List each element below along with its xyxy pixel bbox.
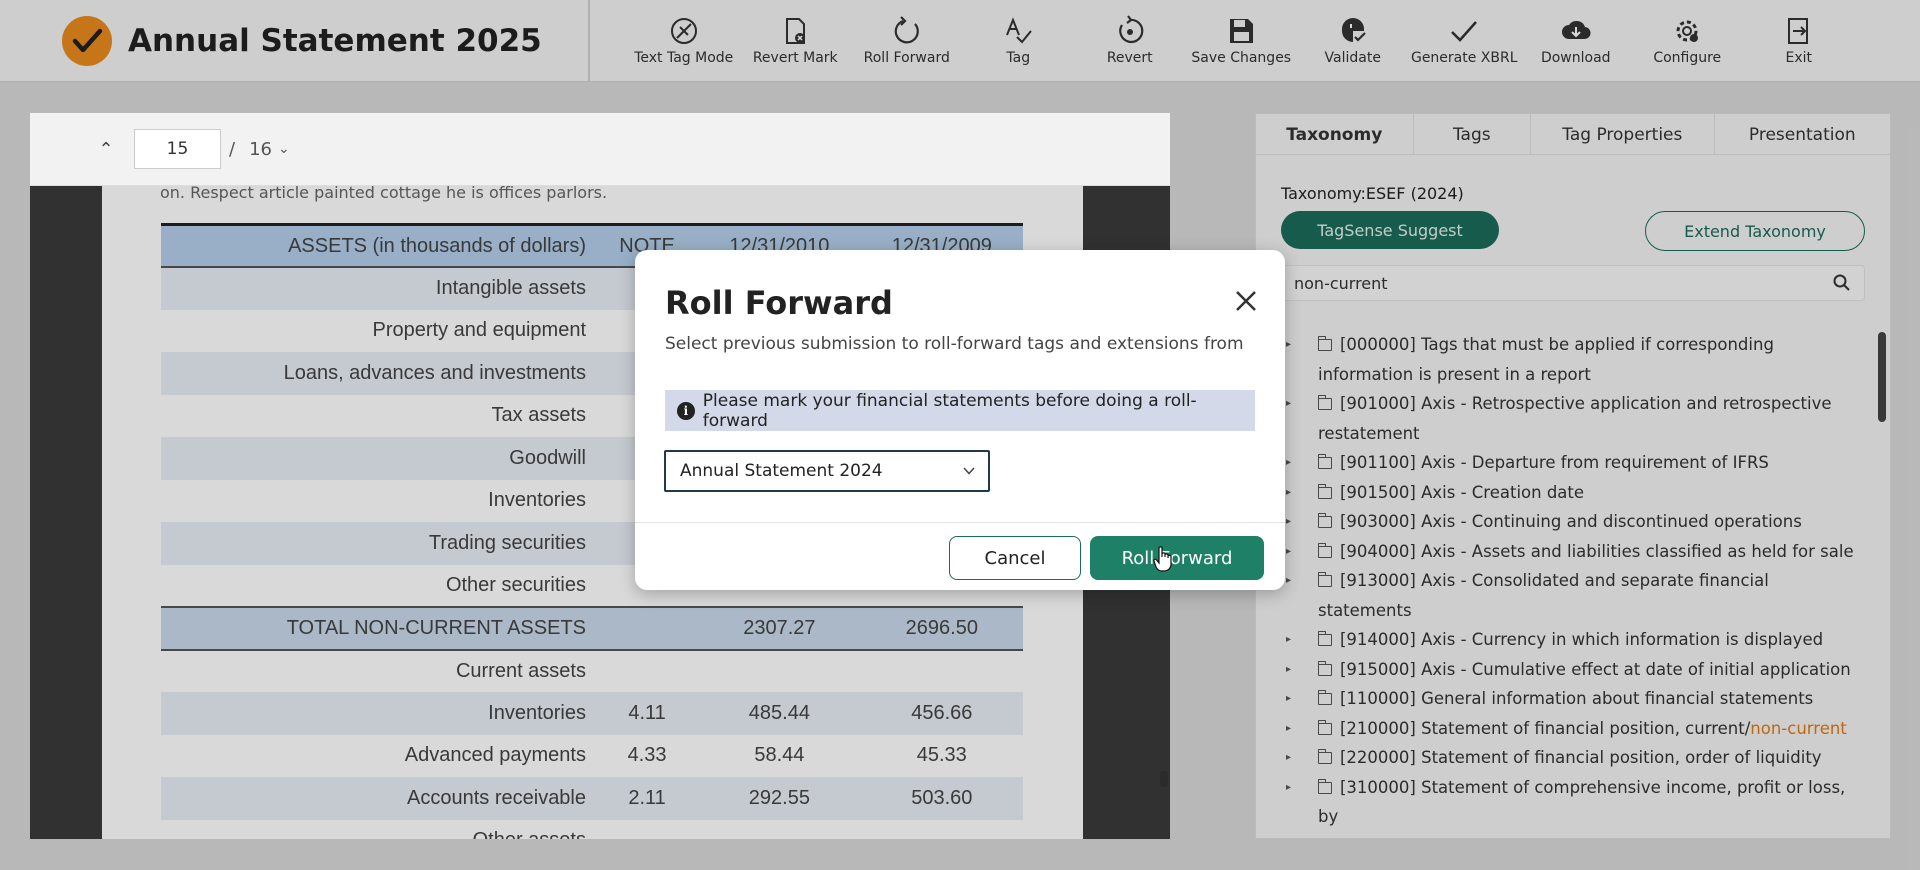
info-icon: i <box>677 401 695 420</box>
page-separator: / <box>229 138 236 160</box>
page-number-input[interactable] <box>134 129 221 169</box>
dialog-title: Roll Forward <box>665 284 893 322</box>
chevron-down-icon <box>963 467 975 475</box>
total-pages: 16 <box>249 138 272 160</box>
next-page-chevron-down-icon[interactable]: ⌄ <box>278 141 298 157</box>
hand-cursor-icon <box>1153 546 1172 572</box>
roll-forward-dialog: Roll Forward Select previous submission … <box>635 250 1285 590</box>
previous-page-chevron-up-icon[interactable]: ⌃ <box>94 139 118 160</box>
dialog-subtitle: Select previous submission to roll-forwa… <box>665 334 1244 354</box>
info-banner: i Please mark your financial statements … <box>665 390 1255 431</box>
page-navigator: ⌃ / 16 ⌄ <box>30 113 1170 186</box>
cancel-button[interactable]: Cancel <box>949 536 1081 580</box>
info-text: Please mark your financial statements be… <box>702 390 1197 431</box>
divider <box>635 522 1285 523</box>
roll-forward-confirm-button[interactable]: Roll Forward <box>1090 536 1264 580</box>
selected-submission: Annual Statement 2024 <box>680 461 883 481</box>
close-icon[interactable] <box>1231 286 1261 316</box>
submission-select[interactable]: Annual Statement 2024 <box>664 450 990 492</box>
